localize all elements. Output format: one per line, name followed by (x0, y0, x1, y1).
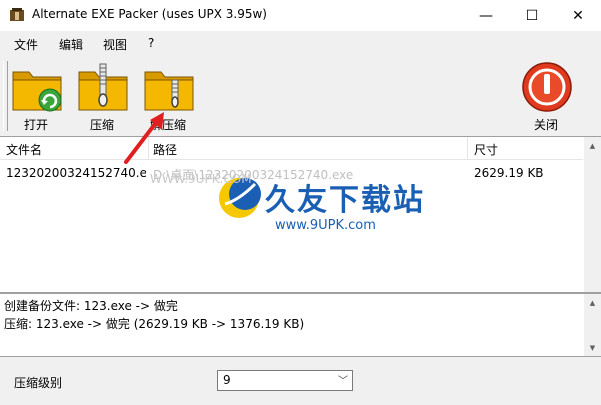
column-header-filename[interactable]: 文件名 (6, 141, 42, 158)
annotation-arrow-icon (124, 112, 164, 164)
open-label: 打开 (23, 118, 48, 132)
menu-view[interactable]: 视图 (103, 36, 127, 53)
app-icon (10, 8, 24, 21)
toolbar: 打开 压缩 解压缩 关闭 (0, 56, 601, 136)
window-title: Alternate EXE Packer (uses UPX 3.95w) (32, 7, 267, 21)
menu-bar: 文件 编辑 视图 ? (0, 31, 601, 56)
menu-edit[interactable]: 编辑 (59, 36, 83, 53)
log-panel[interactable]: 创建备份文件: 123.exe -> 做完 压缩: 123.exe -> 做完 … (0, 293, 601, 357)
power-off-icon (522, 62, 572, 112)
compression-level-value: 9 (223, 373, 231, 387)
zip-folder-icon (78, 63, 128, 111)
column-separator[interactable] (467, 137, 468, 159)
watermark-faint-text: WWW.9UPK.COM (150, 172, 252, 186)
compression-level-label: 压缩级别 (14, 376, 63, 390)
chevron-down-icon: ﹀ (338, 376, 348, 387)
minimize-button[interactable]: — (463, 0, 509, 31)
window-close-button[interactable]: ✕ (555, 0, 601, 31)
list-scrollbar[interactable]: ▲ (584, 137, 601, 292)
list-header: 文件名 路径 尺寸 (0, 137, 583, 160)
log-line: 创建备份文件: 123.exe -> 做完 (4, 299, 178, 313)
unzip-folder-icon (144, 71, 194, 111)
scroll-up-icon[interactable]: ▲ (584, 137, 601, 154)
log-line: 压缩: 123.exe -> 做完 (2629.19 KB -> 1376.19… (4, 317, 305, 331)
menu-help[interactable]: ? (148, 36, 154, 50)
open-folder-icon (12, 71, 62, 112)
close-icon: ✕ (572, 7, 584, 24)
maximize-button[interactable]: ☐ (509, 0, 555, 31)
cell-size: 2629.19 KB (474, 166, 544, 180)
cell-filename: 12320200324152740.e... (6, 166, 146, 180)
compression-level-select[interactable]: 9 ﹀ (217, 370, 353, 391)
menu-file[interactable]: 文件 (14, 36, 38, 53)
close-app-button[interactable]: 关闭 (516, 58, 576, 134)
scroll-up-icon[interactable]: ▲ (584, 294, 601, 311)
minimize-icon: — (479, 7, 493, 24)
open-button[interactable]: 打开 (6, 58, 66, 134)
title-bar: Alternate EXE Packer (uses UPX 3.95w) — … (0, 0, 601, 31)
watermark-title: 久友下载站 (265, 183, 425, 218)
close-app-label: 关闭 (533, 118, 558, 132)
watermark-url: www.9UPK.com (275, 218, 376, 233)
scroll-down-icon[interactable]: ▼ (584, 339, 601, 356)
compression-panel: 压缩级别 9 ﹀ (0, 357, 601, 405)
log-scrollbar[interactable]: ▲ ▼ (584, 294, 601, 356)
column-header-size[interactable]: 尺寸 (474, 141, 498, 158)
maximize-icon: ☐ (525, 7, 539, 24)
